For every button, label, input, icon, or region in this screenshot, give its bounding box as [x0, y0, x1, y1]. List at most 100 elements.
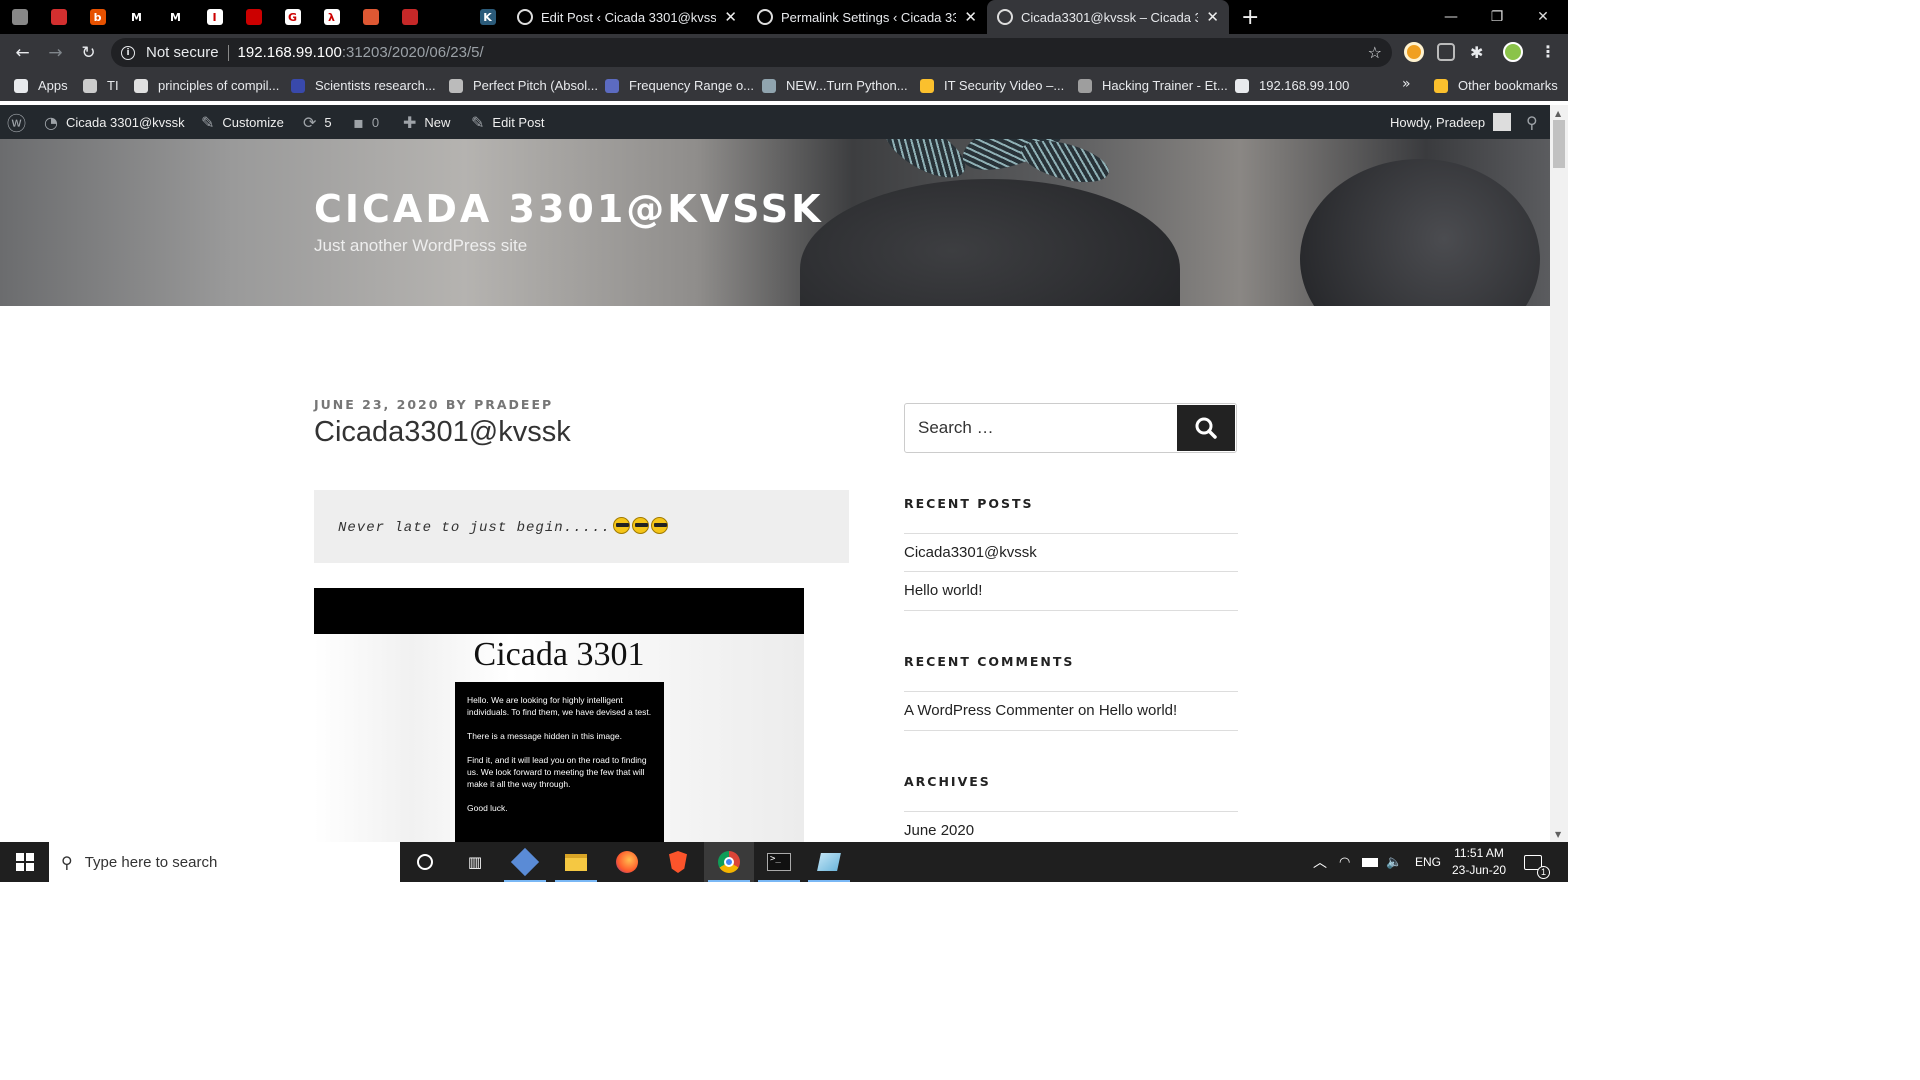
adminbar-customize[interactable]: ✎ Customize	[201, 105, 284, 139]
task-view-icon[interactable]: ▥	[450, 842, 500, 882]
restore-icon[interactable]: ❐	[1474, 0, 1520, 34]
adminbar-search-icon[interactable]: ⚲	[1526, 105, 1538, 139]
bookmark-item[interactable]: Hacking Trainer - Et...	[1078, 78, 1228, 93]
bookmark-item[interactable]: TI	[83, 78, 119, 93]
bookmark-item[interactable]: Scientists research...	[291, 78, 436, 93]
extension-ring-icon[interactable]	[1437, 43, 1455, 61]
bookmark-item[interactable]: Apps	[14, 78, 68, 93]
minimize-icon[interactable]: —	[1428, 0, 1474, 34]
wifi-icon[interactable]: ◠	[1339, 842, 1350, 882]
pinned-tab[interactable]: b	[78, 0, 117, 34]
adminbar-updates[interactable]: ⟳ 5	[303, 105, 332, 139]
chrome-icon[interactable]	[704, 842, 754, 882]
pinned-tab[interactable]	[390, 0, 429, 34]
taskbar-search[interactable]: ⚲ Type here to search	[49, 842, 400, 882]
sidebar-search[interactable]: Search …	[904, 403, 1237, 453]
reload-icon[interactable]: ↻	[72, 36, 105, 69]
terminal-icon[interactable]: >_	[754, 842, 804, 882]
volume-icon[interactable]: 🔈	[1386, 842, 1402, 882]
bookmark-item[interactable]: principles of compil...	[134, 78, 279, 93]
pinned-tab[interactable]: M	[117, 0, 156, 34]
close-window-icon[interactable]: ✕	[1520, 0, 1566, 34]
pinned-tab[interactable]	[429, 0, 468, 34]
recent-post-link[interactable]: Cicada3301@kvssk	[904, 544, 1037, 561]
pinned-tab[interactable]	[351, 0, 390, 34]
post-author[interactable]: PRADEEP	[474, 397, 553, 412]
comment-author-link[interactable]: A WordPress Commenter	[904, 702, 1074, 719]
scrollbar-thumb[interactable]	[1553, 120, 1565, 168]
browser-tab[interactable]: Cicada3301@kvssk – Cicada 3301 ✕	[987, 0, 1229, 34]
avatar[interactable]	[1503, 42, 1523, 62]
language-indicator[interactable]: ENG	[1415, 842, 1441, 882]
pinned-tab[interactable]: K	[468, 0, 507, 34]
site-header: CICADA 3301@KVSSK Just another WordPress…	[0, 139, 1550, 306]
close-tab-icon[interactable]: ✕	[964, 8, 977, 26]
search-input[interactable]: Search …	[918, 418, 994, 438]
site-title[interactable]: CICADA 3301@KVSSK	[314, 187, 824, 231]
windows-start-icon[interactable]	[0, 842, 49, 882]
bookmark-item[interactable]: NEW...Turn Python...	[762, 78, 908, 93]
scroll-down-icon[interactable]: ▼	[1555, 830, 1561, 839]
bookmark-item[interactable]: 192.168.99.100	[1235, 78, 1349, 93]
virtualbox-icon[interactable]	[500, 842, 550, 882]
post-date[interactable]: JUNE 23, 2020	[314, 397, 439, 412]
clock-time: 11:51 AM	[1454, 846, 1504, 860]
pinned-tab[interactable]	[234, 0, 273, 34]
pinned-tab[interactable]: I	[195, 0, 234, 34]
url-host[interactable]: 192.168.99.100	[238, 44, 342, 61]
url-path[interactable]: :31203/2020/06/23/5/	[342, 44, 484, 61]
new-tab-button[interactable]: +	[1241, 5, 1259, 30]
file-explorer-icon[interactable]	[551, 842, 601, 882]
puzzle-icon[interactable]: ✱	[1470, 43, 1483, 62]
taskbar-search-input[interactable]: Type here to search	[85, 854, 218, 871]
extension-c-icon[interactable]	[1404, 42, 1424, 62]
archive-link[interactable]: June 2020	[904, 822, 974, 839]
brave-icon[interactable]	[653, 842, 703, 882]
app-window-icon[interactable]	[804, 842, 854, 882]
bookmark-star-icon[interactable]: ☆	[1368, 43, 1382, 62]
bookmark-label: Perfect Pitch (Absol...	[473, 78, 598, 93]
firefox-icon[interactable]	[602, 842, 652, 882]
pinned-tab[interactable]	[0, 0, 39, 34]
back-arrow-icon[interactable]: ←	[6, 36, 39, 69]
folder-icon	[1434, 78, 1448, 93]
adminbar-comments[interactable]: ▪ 0	[353, 105, 379, 139]
other-bookmarks[interactable]: Other bookmarks	[1434, 78, 1558, 93]
adminbar-new[interactable]: ✚ New	[403, 105, 450, 139]
battery-icon[interactable]	[1362, 842, 1378, 882]
bookmark-item[interactable]: Perfect Pitch (Absol...	[449, 78, 598, 93]
bookmark-label: 192.168.99.100	[1259, 78, 1350, 93]
security-status[interactable]: Not secure	[146, 44, 219, 61]
bookmark-label: Hacking Trainer - Et...	[1102, 78, 1228, 93]
scroll-up-icon[interactable]: ▲	[1555, 109, 1561, 118]
post-meta: JUNE 23, 2020 BY PRADEEP	[314, 397, 553, 412]
close-tab-icon[interactable]: ✕	[724, 8, 737, 26]
bookmark-item[interactable]: Frequency Range o...	[605, 78, 754, 93]
clock[interactable]: 11:51 AM 23-Jun-20	[1452, 842, 1506, 882]
adminbar-account[interactable]: Howdy, Pradeep	[1390, 105, 1512, 139]
address-bar[interactable]: i Not secure 192.168.99.100:31203/2020/0…	[111, 38, 1392, 67]
pinned-tab[interactable]: G	[273, 0, 312, 34]
bookmark-item[interactable]: IT Security Video –...	[920, 78, 1064, 93]
pinned-tab[interactable]: λ	[312, 0, 351, 34]
page-scrollbar[interactable]: ▲ ▼	[1550, 105, 1568, 842]
pinned-tab[interactable]	[39, 0, 78, 34]
show-hidden-icons-icon[interactable]: ︿	[1313, 842, 1327, 882]
comment-post-link[interactable]: Hello world!	[1099, 702, 1177, 719]
close-tab-icon[interactable]: ✕	[1206, 8, 1219, 26]
browser-tab[interactable]: Edit Post ‹ Cicada 3301@kvssk — ✕	[507, 0, 747, 34]
recent-post-link[interactable]: Hello world!	[904, 582, 982, 599]
wordpress-logo-icon[interactable]: ⓦ	[7, 105, 34, 139]
forward-arrow-icon[interactable]: →	[39, 36, 72, 69]
browser-tab[interactable]: Permalink Settings ‹ Cicada 3301@ ✕	[747, 0, 987, 34]
ti-icon	[83, 78, 97, 93]
bookmarks-overflow[interactable]: »	[1402, 76, 1411, 92]
cortana-icon[interactable]	[400, 842, 450, 882]
info-icon[interactable]: i	[121, 45, 135, 60]
menu-kebab-icon[interactable]: ⋮	[1540, 42, 1556, 61]
adminbar-edit-post[interactable]: ✎ Edit Post	[471, 105, 544, 139]
search-button[interactable]	[1177, 405, 1235, 451]
action-center-icon[interactable]: 1	[1524, 842, 1550, 882]
pinned-tab[interactable]: M	[156, 0, 195, 34]
adminbar-site[interactable]: ◔ Cicada 3301@kvssk	[44, 105, 185, 139]
